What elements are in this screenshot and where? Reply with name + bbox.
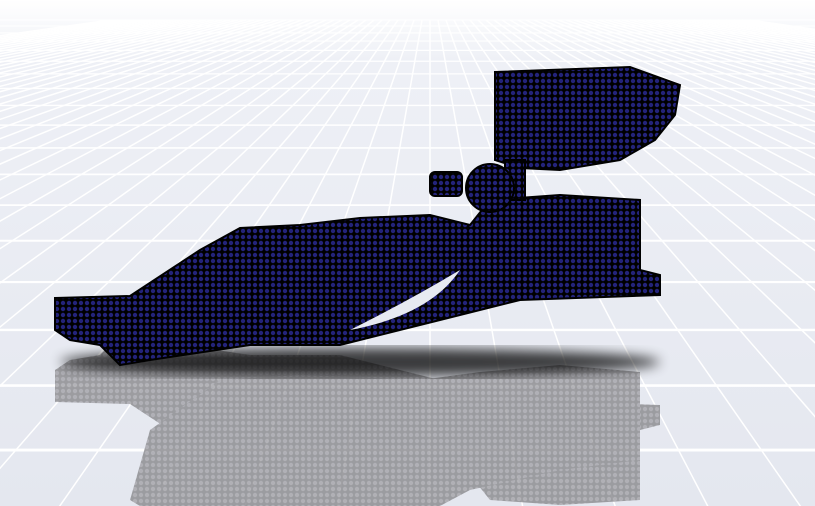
grid-line <box>0 19 135 42</box>
grid-line <box>669 19 815 49</box>
car-body <box>54 193 661 367</box>
airbox <box>429 171 463 197</box>
grid-line <box>0 19 175 53</box>
grid-line <box>685 19 815 44</box>
car-mesh-model[interactable] <box>54 65 682 367</box>
driver-helmet <box>465 163 515 213</box>
graphics-viewport[interactable] <box>0 0 815 506</box>
grid-line <box>693 19 815 42</box>
scene <box>0 19 815 506</box>
rear-wing <box>494 65 682 172</box>
